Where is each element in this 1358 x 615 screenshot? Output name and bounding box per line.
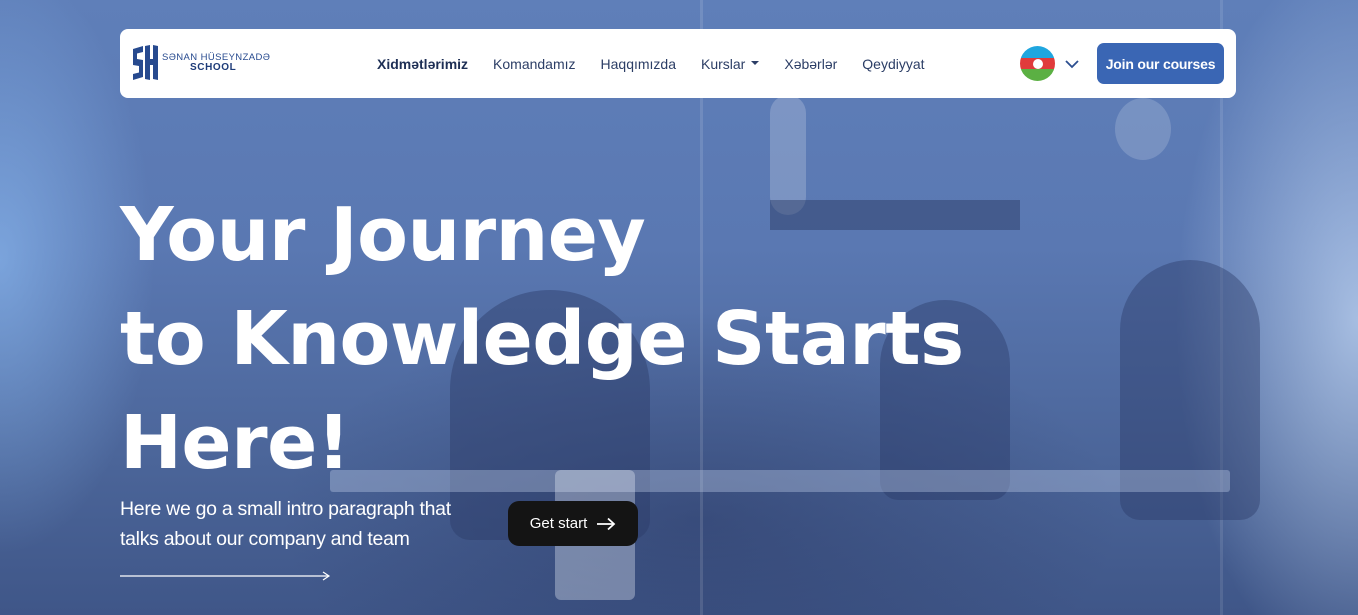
arrow-right-icon [597,517,616,530]
chevron-down-icon [1065,59,1079,68]
hero-headline-line: Here! [120,400,351,486]
join-courses-button[interactable]: Join our courses [1097,43,1224,84]
nav-menu: Xidmətlərimiz Komandamız Haqqımızda Kurs… [377,29,950,98]
brand-name-line2: SCHOOL [190,62,237,74]
brand-name-line1: SƏNAN HÜSEYNZADƏ [162,51,271,63]
nav-item-xeberler[interactable]: Xəbərlər [784,56,837,72]
nav-item-komandamiz[interactable]: Komandamız [493,56,575,72]
language-selector[interactable] [1020,46,1079,81]
brand-logo[interactable]: SƏNAN HÜSEYNZADƏ SCHOOL [131,45,270,81]
hero-headline: Your Journey to Knowledge Starts Here! [120,183,964,495]
get-start-button[interactable]: Get start [508,501,638,546]
background-person [1120,260,1260,520]
azerbaijan-flag-icon [1020,46,1055,81]
long-arrow-right-icon [120,571,331,581]
background-lamp [1115,98,1171,160]
get-start-label: Get start [529,515,588,532]
hero-intro-line: talks about our company and team [120,528,410,550]
hero-headline-line: Your Journey [120,192,646,278]
hero-intro-line: Here we go a small intro paragraph that [120,498,451,520]
nav-item-haqqimizda[interactable]: Haqqımızda [601,56,676,72]
brand-name: SƏNAN HÜSEYNZADƏ SCHOOL [162,53,270,74]
caret-down-icon [751,60,760,65]
nav-item-xidmetlerimiz[interactable]: Xidmətlərimiz [377,56,468,72]
hero-intro-paragraph: Here we go a small intro paragraph that … [120,494,500,554]
nav-item-kurslar[interactable]: Kurslar [701,55,760,72]
hero-headline-line: to Knowledge Starts [120,296,964,382]
hero-section: SƏNAN HÜSEYNZADƏ SCHOOL Xidmətlərimiz Ko… [0,0,1358,615]
sh-monogram-logo-icon [131,45,159,81]
nav-item-qeydiyyat[interactable]: Qeydiyyat [862,56,924,72]
top-navbar: SƏNAN HÜSEYNZADƏ SCHOOL Xidmətlərimiz Ko… [120,29,1236,98]
nav-item-kurslar-label: Kurslar [701,55,746,72]
